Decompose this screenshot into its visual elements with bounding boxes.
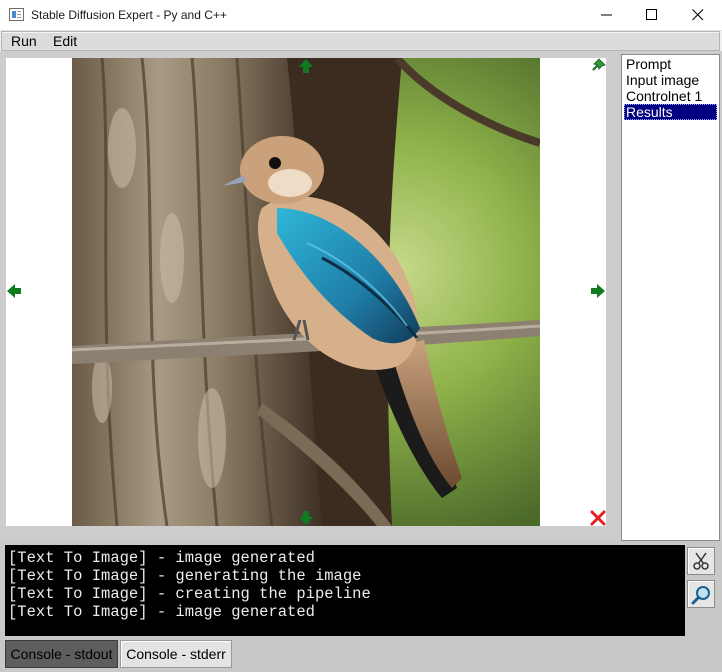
list-item-controlnet-1[interactable]: Controlnet 1 bbox=[624, 88, 717, 104]
pin-icon[interactable] bbox=[590, 57, 607, 74]
maximize-button[interactable] bbox=[629, 0, 675, 30]
maximize-icon bbox=[646, 9, 657, 20]
section-list[interactable]: Prompt Input image Controlnet 1 Results bbox=[621, 54, 720, 541]
console-line: [Text To Image] - creating the pipeline bbox=[8, 585, 371, 603]
console-line: [Text To Image] - image generated bbox=[8, 549, 315, 567]
minimize-button[interactable] bbox=[584, 0, 630, 30]
menu-edit[interactable]: Edit bbox=[53, 33, 77, 50]
tab-console-stderr[interactable]: Console - stderr bbox=[120, 640, 232, 668]
scissors-icon bbox=[693, 552, 709, 570]
console-line: [Text To Image] - image generated bbox=[8, 603, 315, 621]
bird-on-branch-image bbox=[72, 58, 540, 526]
arrow-up-icon[interactable] bbox=[298, 58, 314, 74]
title-bar[interactable]: Stable Diffusion Expert - Py and C++ bbox=[0, 0, 722, 31]
close-icon bbox=[692, 9, 704, 21]
window-title: Stable Diffusion Expert - Py and C++ bbox=[31, 8, 227, 22]
console-line: [Text To Image] - generating the image bbox=[8, 567, 362, 585]
arrow-right-icon[interactable] bbox=[590, 283, 606, 299]
menu-bar: Run Edit bbox=[1, 31, 720, 51]
list-item-prompt[interactable]: Prompt bbox=[624, 56, 717, 72]
tab-console-stdout[interactable]: Console - stdout bbox=[5, 640, 118, 668]
clear-console-button[interactable] bbox=[687, 547, 715, 575]
arrow-left-icon[interactable] bbox=[6, 283, 22, 299]
minimize-icon bbox=[601, 14, 612, 16]
generated-image[interactable] bbox=[72, 58, 540, 526]
search-console-button[interactable] bbox=[687, 580, 715, 608]
arrow-down-icon[interactable] bbox=[298, 510, 314, 526]
menu-run[interactable]: Run bbox=[11, 33, 37, 50]
list-item-input-image[interactable]: Input image bbox=[624, 72, 717, 88]
list-item-results[interactable]: Results bbox=[624, 104, 717, 120]
magnifier-icon bbox=[691, 586, 710, 605]
app-icon bbox=[9, 8, 24, 21]
close-button[interactable] bbox=[675, 0, 721, 30]
delete-icon[interactable] bbox=[589, 509, 607, 527]
console-output[interactable]: [Text To Image] - image generated [Text … bbox=[5, 545, 685, 636]
